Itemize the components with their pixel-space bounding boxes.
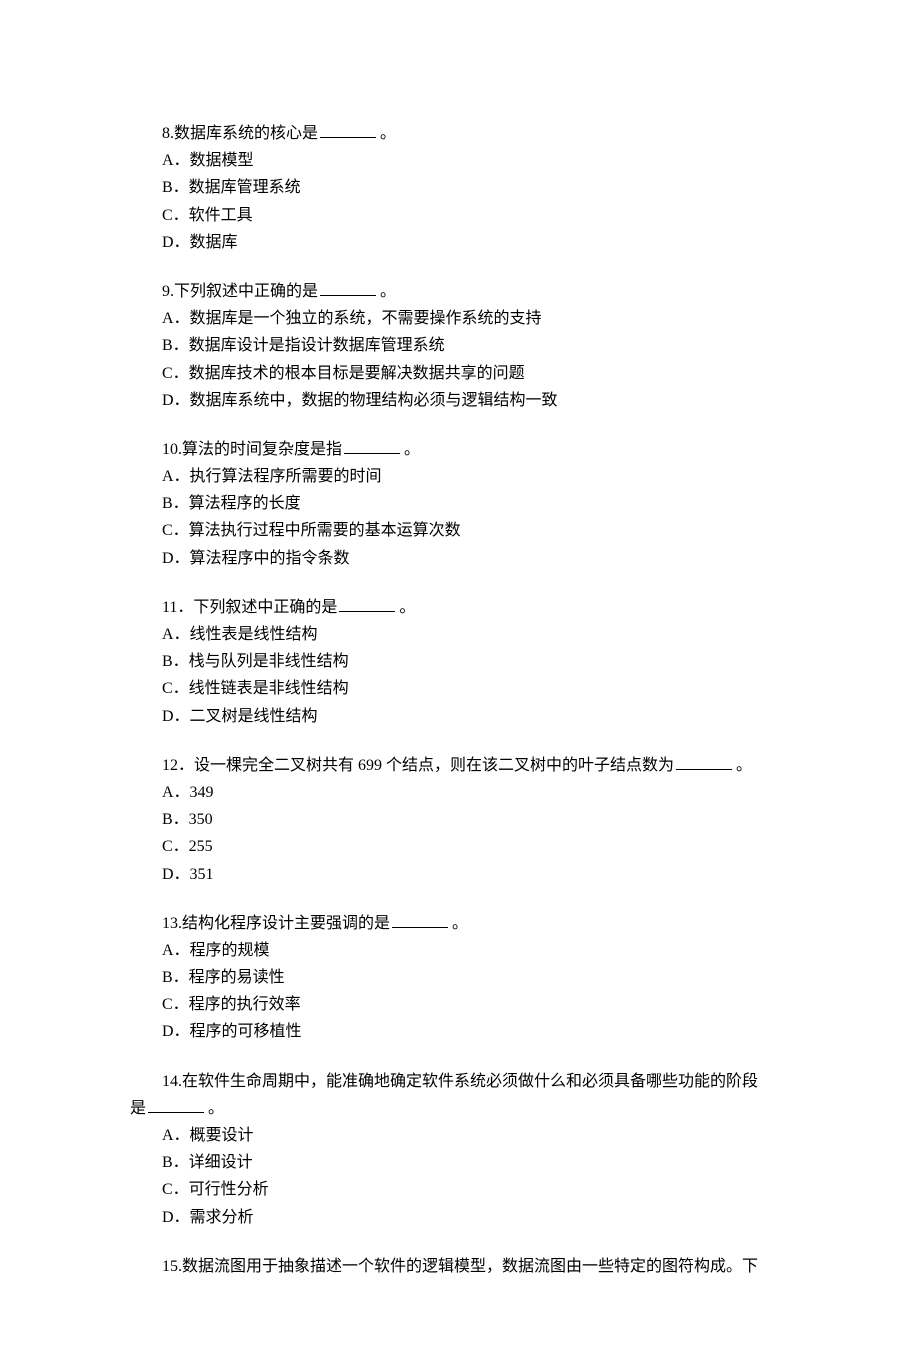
prompt-text: ．设一棵完全二叉树共有 699 个结点，则在该二叉树中的叶子结点数为 bbox=[178, 757, 674, 774]
question-prompt-line2: 是。 bbox=[130, 1095, 790, 1122]
option-d: D．算法程序中的指令条数 bbox=[130, 545, 790, 572]
option-c: C．可行性分析 bbox=[130, 1176, 790, 1203]
question-11: 11．下列叙述中正确的是 。 A．线性表是线性结构 B．栈与队列是非线性结构 C．… bbox=[130, 594, 790, 730]
prompt-text: ．下列叙述中正确的是 bbox=[177, 599, 337, 616]
question-number: 10 bbox=[162, 441, 178, 458]
option-c: C．软件工具 bbox=[130, 202, 790, 229]
prompt-end: 。 bbox=[399, 599, 415, 616]
question-number: 12 bbox=[162, 757, 178, 774]
question-number: 8 bbox=[162, 125, 170, 142]
question-prompt: 9.下列叙述中正确的是 。 bbox=[130, 278, 790, 305]
prompt-text: .在软件生命周期中，能准确地确定软件系统必须做什么和必须具备哪些功能的阶段 bbox=[178, 1073, 758, 1090]
option-d: D．需求分析 bbox=[130, 1204, 790, 1231]
option-b: B．算法程序的长度 bbox=[130, 490, 790, 517]
question-9: 9.下列叙述中正确的是 。 A．数据库是一个独立的系统，不需要操作系统的支持 B．… bbox=[130, 278, 790, 414]
option-d: D．程序的可移植性 bbox=[130, 1018, 790, 1045]
fill-blank bbox=[676, 755, 732, 769]
option-d: D．数据库 bbox=[130, 229, 790, 256]
option-a: A．概要设计 bbox=[130, 1122, 790, 1149]
option-a: A．数据模型 bbox=[130, 147, 790, 174]
question-number: 11 bbox=[162, 599, 177, 616]
question-12: 12．设一棵完全二叉树共有 699 个结点，则在该二叉树中的叶子结点数为 。 A．… bbox=[130, 752, 790, 888]
question-14: 14.在软件生命周期中，能准确地确定软件系统必须做什么和必须具备哪些功能的阶段 … bbox=[130, 1068, 790, 1231]
option-d: D．数据库系统中，数据的物理结构必须与逻辑结构一致 bbox=[130, 387, 790, 414]
option-c: C．线性链表是非线性结构 bbox=[130, 675, 790, 702]
question-13: 13.结构化程序设计主要强调的是 。 A．程序的规模 B．程序的易读性 C．程序的… bbox=[130, 910, 790, 1046]
question-number: 9 bbox=[162, 283, 170, 300]
question-prompt-line1: 14.在软件生命周期中，能准确地确定软件系统必须做什么和必须具备哪些功能的阶段 bbox=[130, 1068, 790, 1095]
option-d: D．351 bbox=[130, 861, 790, 888]
question-number: 13 bbox=[162, 915, 178, 932]
option-b: B．数据库设计是指设计数据库管理系统 bbox=[130, 332, 790, 359]
question-15: 15.数据流图用于抽象描述一个软件的逻辑模型，数据流图由一些特定的图符构成。下 bbox=[130, 1253, 790, 1280]
question-prompt: 10.算法的时间复杂度是指 。 bbox=[130, 436, 790, 463]
option-a: A．程序的规模 bbox=[130, 937, 790, 964]
fill-blank bbox=[392, 913, 448, 927]
question-number: 14 bbox=[162, 1073, 178, 1090]
question-10: 10.算法的时间复杂度是指。 A．执行算法程序所需要的时间 B．算法程序的长度 … bbox=[130, 436, 790, 572]
option-b: B．350 bbox=[130, 806, 790, 833]
question-prompt: 15.数据流图用于抽象描述一个软件的逻辑模型，数据流图由一些特定的图符构成。下 bbox=[130, 1253, 790, 1280]
option-c: C．数据库技术的根本目标是要解决数据共享的问题 bbox=[130, 360, 790, 387]
option-c: C．算法执行过程中所需要的基本运算次数 bbox=[130, 517, 790, 544]
fill-blank bbox=[320, 282, 376, 296]
prompt-end: 。 bbox=[380, 283, 396, 300]
question-prompt: 8.数据库系统的核心是 。 bbox=[130, 120, 790, 147]
prompt-end: 。 bbox=[208, 1100, 224, 1117]
option-b: B．程序的易读性 bbox=[130, 964, 790, 991]
question-prompt: 11．下列叙述中正确的是 。 bbox=[130, 594, 790, 621]
fill-blank bbox=[344, 439, 400, 453]
prompt-text: .数据流图用于抽象描述一个软件的逻辑模型，数据流图由一些特定的图符构成。下 bbox=[178, 1258, 758, 1275]
question-prompt: 13.结构化程序设计主要强调的是 。 bbox=[130, 910, 790, 937]
fill-blank bbox=[148, 1098, 204, 1112]
option-b: B．栈与队列是非线性结构 bbox=[130, 648, 790, 675]
option-a: A．数据库是一个独立的系统，不需要操作系统的支持 bbox=[130, 305, 790, 332]
option-d: D．二叉树是线性结构 bbox=[130, 703, 790, 730]
option-c: C．程序的执行效率 bbox=[130, 991, 790, 1018]
prompt-text: .下列叙述中正确的是 bbox=[170, 283, 318, 300]
option-a: A．线性表是线性结构 bbox=[130, 621, 790, 648]
question-8: 8.数据库系统的核心是 。 A．数据模型 B．数据库管理系统 C．软件工具 D．数… bbox=[130, 120, 790, 256]
question-number: 15 bbox=[162, 1258, 178, 1275]
prompt-end: 。 bbox=[404, 441, 420, 458]
option-b: B．数据库管理系统 bbox=[130, 174, 790, 201]
prompt-text: 是 bbox=[130, 1100, 146, 1117]
fill-blank bbox=[320, 124, 376, 138]
prompt-text: .数据库系统的核心是 bbox=[170, 125, 318, 142]
prompt-end: 。 bbox=[380, 125, 396, 142]
option-b: B．详细设计 bbox=[130, 1149, 790, 1176]
prompt-text: .结构化程序设计主要强调的是 bbox=[178, 915, 390, 932]
prompt-end: 。 bbox=[452, 915, 468, 932]
option-c: C．255 bbox=[130, 833, 790, 860]
fill-blank bbox=[339, 597, 395, 611]
question-prompt: 12．设一棵完全二叉树共有 699 个结点，则在该二叉树中的叶子结点数为 。 bbox=[130, 752, 790, 779]
option-a: A．执行算法程序所需要的时间 bbox=[130, 463, 790, 490]
option-a: A．349 bbox=[130, 779, 790, 806]
prompt-text: .算法的时间复杂度是指 bbox=[178, 441, 342, 458]
prompt-end: 。 bbox=[736, 757, 752, 774]
